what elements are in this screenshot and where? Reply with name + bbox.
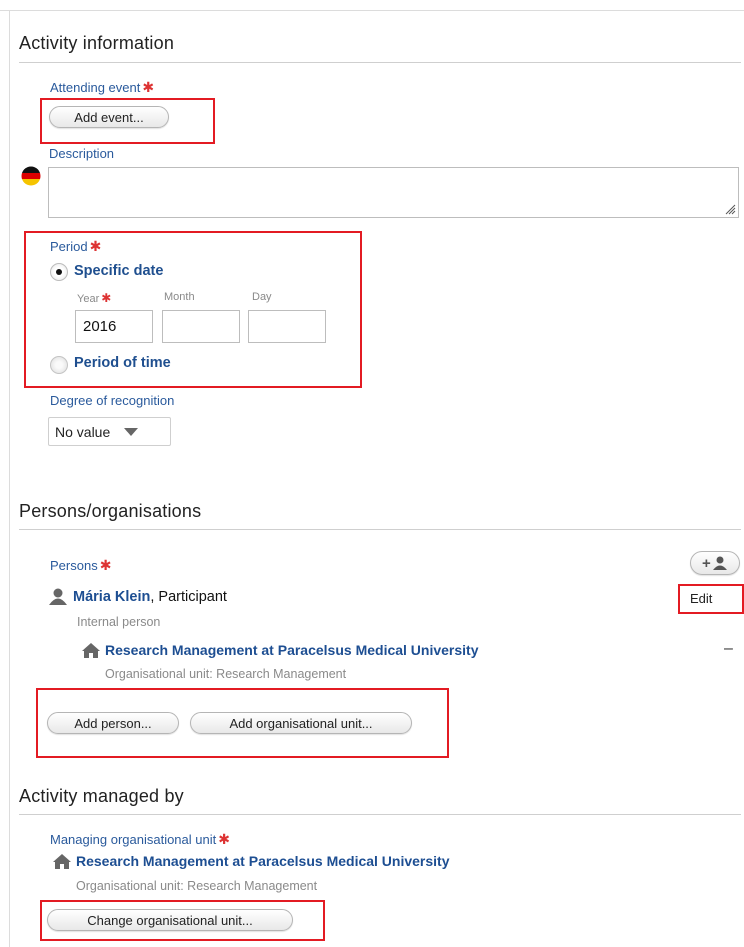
section-title-activity-managed-by: Activity managed by (19, 786, 184, 806)
section-title-persons-organisations: Persons/organisations (19, 501, 202, 521)
remove-org-button[interactable]: – (724, 640, 733, 658)
highlight-box-edit (678, 584, 744, 614)
year-label: Year ✱ (77, 291, 111, 305)
required-marker: ✱ (101, 291, 112, 305)
person-icon (49, 588, 67, 605)
day-input[interactable] (248, 310, 326, 343)
germany-flag-icon (21, 166, 41, 186)
managing-unit-label-text: Managing organisational unit (50, 832, 217, 847)
managing-unit-label: Managing organisational unit ✱ (50, 831, 230, 848)
required-marker: ✱ (218, 831, 230, 847)
managing-org-sub: Organisational unit: Research Management (76, 879, 318, 893)
persons-label: Persons ✱ (50, 557, 111, 574)
recognition-select[interactable]: No value (48, 417, 171, 446)
section-divider (19, 62, 741, 63)
day-label: Day (252, 291, 272, 303)
highlight-box-add-buttons (36, 688, 449, 758)
svg-text:+: + (702, 555, 711, 571)
add-user-icon: + (702, 555, 727, 571)
resize-handle-icon[interactable] (724, 203, 736, 215)
required-marker: ✱ (99, 557, 112, 573)
highlight-box-event (40, 98, 215, 144)
person-name-link[interactable]: Mária Klein (73, 589, 150, 605)
section-title-activity-information: Activity information (19, 33, 175, 53)
persons-label-text: Persons (50, 558, 98, 573)
left-border (9, 10, 10, 947)
description-textarea[interactable] (48, 167, 739, 218)
home-icon (53, 854, 71, 869)
org-unit-link[interactable]: Research Management at Paracelsus Medica… (105, 642, 479, 658)
person-entry: Mária Klein, Participant (73, 589, 227, 605)
person-role: , Participant (150, 589, 227, 605)
radio-period-of-time[interactable] (50, 356, 68, 374)
radio-label-period-of-time[interactable]: Period of time (74, 355, 171, 371)
section-divider (19, 529, 741, 530)
attending-event-label-text: Attending event (50, 80, 141, 95)
section-divider (19, 814, 741, 815)
month-label: Month (164, 291, 195, 303)
add-person-icon-button[interactable]: + (690, 551, 740, 575)
person-type: Internal person (77, 615, 161, 629)
highlight-box-change-org (40, 900, 325, 941)
radio-label-specific-date[interactable]: Specific date (74, 263, 163, 279)
recognition-value: No value (55, 423, 111, 440)
required-marker: ✱ (142, 79, 155, 95)
org-unit-sub: Organisational unit: Research Management (105, 667, 347, 681)
required-marker: ✱ (89, 238, 102, 254)
radio-specific-date[interactable] (50, 263, 68, 281)
month-input[interactable] (162, 310, 240, 343)
year-label-text: Year (77, 293, 100, 305)
attending-event-label: Attending event ✱ (50, 79, 154, 96)
period-label-text: Period (50, 239, 88, 254)
period-label: Period ✱ (50, 238, 101, 255)
top-border (0, 10, 744, 11)
chevron-down-icon (124, 427, 139, 436)
home-icon (82, 643, 100, 658)
managing-org-link[interactable]: Research Management at Paracelsus Medica… (76, 853, 450, 869)
recognition-label: Degree of recognition (50, 393, 175, 408)
description-label: Description (49, 146, 115, 161)
year-input[interactable]: 2016 (75, 310, 153, 343)
